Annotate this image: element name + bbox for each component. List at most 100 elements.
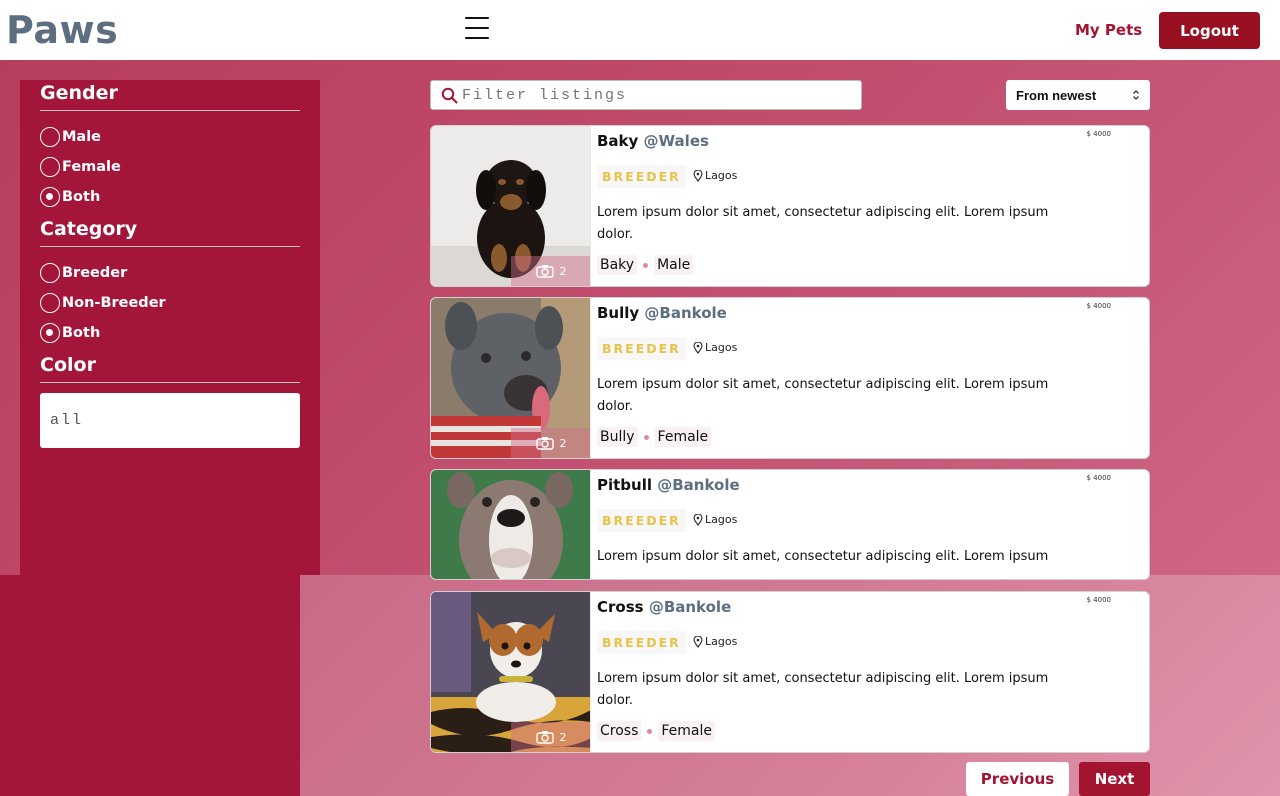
location-pin-icon: [693, 635, 703, 648]
category-option-label: Breeder: [62, 265, 128, 281]
listing-card[interactable]: 2 Bully @Bankole $ 4000 BREEDER Lagos Lo…: [430, 297, 1150, 459]
pet-name: Baky: [597, 132, 639, 150]
radio-checked-icon[interactable]: [40, 323, 60, 343]
pet-title[interactable]: Bully @Bankole: [597, 304, 727, 322]
camera-icon: [535, 265, 554, 278]
search-bar[interactable]: [430, 80, 862, 110]
listing-card[interactable]: Pitbull @Bankole $ 4000 BREEDER Lagos Lo…: [430, 469, 1150, 580]
gender-option-label: Male: [62, 129, 102, 145]
listing-details: Pitbull @Bankole $ 4000 BREEDER Lagos Lo…: [597, 470, 1149, 579]
listing-details: Baky @Wales $ 4000 BREEDER Lagos Lorem i…: [597, 126, 1149, 286]
price: $ 4000: [1086, 302, 1112, 310]
previous-page-button[interactable]: Previous: [966, 762, 1069, 796]
pet-description: Lorem ipsum dolor sit amet, consectetur …: [597, 671, 1049, 708]
gender-option-label: Both: [62, 189, 101, 205]
gender-option-both[interactable]: Both: [40, 182, 300, 212]
location-label: Lagos: [705, 635, 738, 648]
category-option-non-breeder[interactable]: Non-Breeder: [40, 288, 300, 318]
photo-count-value: 2: [559, 730, 567, 744]
tag-gender: Female: [654, 427, 712, 447]
pet-photo[interactable]: 2: [431, 126, 591, 286]
updown-chevron-icon: [1133, 90, 1139, 100]
owner-handle[interactable]: @Bankole: [657, 476, 739, 494]
gender-option-label: Female: [62, 159, 121, 175]
pet-photo[interactable]: [431, 470, 591, 579]
breeder-badge: BREEDER: [597, 631, 686, 654]
price: $ 4000: [1086, 596, 1112, 604]
category-option-both[interactable]: Both: [40, 318, 300, 348]
color-input[interactable]: [40, 393, 300, 448]
app-logo[interactable]: Paws: [6, 8, 118, 52]
radio-icon[interactable]: [40, 157, 60, 177]
pet-description: Lorem ipsum dolor sit amet, consectetur …: [597, 549, 1049, 564]
pet-description: Lorem ipsum dolor sit amet, consectetur …: [597, 377, 1049, 414]
color-filter: Color: [40, 352, 300, 448]
location-label: Lagos: [705, 513, 738, 526]
gender-filter: Gender Male Female Both: [40, 80, 300, 212]
photo-count-value: 2: [559, 264, 567, 278]
sort-select[interactable]: From newest: [1006, 80, 1150, 110]
owner-handle[interactable]: @Bankole: [649, 598, 731, 616]
listing-card[interactable]: 2 Cross @Bankole $ 4000 BREEDER Lagos Lo…: [430, 591, 1150, 753]
pet-tags: Bully Female: [597, 427, 712, 447]
logout-button[interactable]: Logout: [1159, 12, 1260, 49]
next-page-button[interactable]: Next: [1079, 762, 1150, 796]
pet-title[interactable]: Cross @Bankole: [597, 598, 731, 616]
location: Lagos: [693, 341, 737, 354]
pet-tags: Baky Male: [597, 255, 694, 275]
pet-title[interactable]: Pitbull @Bankole: [597, 476, 740, 494]
photo-count: 2: [511, 256, 590, 286]
tag-separator: [643, 434, 649, 440]
tag-gender: Female: [658, 721, 716, 741]
page-background-lower-left: [0, 575, 300, 796]
radio-icon[interactable]: [40, 293, 60, 313]
location-pin-icon: [693, 513, 703, 526]
tag-separator: [643, 262, 649, 268]
radio-icon[interactable]: [40, 263, 60, 283]
location: Lagos: [693, 169, 737, 182]
gender-option-female[interactable]: Female: [40, 152, 300, 182]
radio-icon[interactable]: [40, 127, 60, 147]
pet-tags: Cross Female: [597, 721, 716, 741]
photo-count-value: 2: [559, 436, 567, 450]
listing-details: Cross @Bankole $ 4000 BREEDER Lagos Lore…: [597, 592, 1149, 752]
breeder-badge: BREEDER: [597, 165, 686, 188]
top-bar: Paws My Pets Logout: [0, 0, 1280, 60]
listing-card[interactable]: 2 Baky @Wales $ 4000 BREEDER Lagos Lorem…: [430, 125, 1150, 287]
pet-description: Lorem ipsum dolor sit amet, consectetur …: [597, 205, 1049, 242]
tag-separator: [647, 728, 653, 734]
filter-sidebar: Gender Male Female Both Category Breeder: [20, 80, 320, 575]
menu-icon[interactable]: [465, 17, 489, 39]
location-pin-icon: [693, 341, 703, 354]
tag-name: Cross: [597, 721, 642, 741]
tag-name: Bully: [597, 427, 638, 447]
tag-name: Baky: [597, 255, 638, 275]
my-pets-link[interactable]: My Pets: [1075, 21, 1142, 39]
camera-icon: [535, 437, 554, 450]
photo-count: 2: [511, 428, 590, 458]
location-label: Lagos: [705, 169, 738, 182]
location-pin-icon: [693, 169, 703, 182]
listing-details: Bully @Bankole $ 4000 BREEDER Lagos Lore…: [597, 298, 1149, 458]
category-heading: Category: [40, 216, 300, 247]
location: Lagos: [693, 513, 737, 526]
pet-title[interactable]: Baky @Wales: [597, 132, 709, 150]
breeder-badge: BREEDER: [597, 337, 686, 360]
pet-name: Bully: [597, 304, 640, 322]
pet-photo[interactable]: 2: [431, 298, 591, 458]
radio-checked-icon[interactable]: [40, 187, 60, 207]
category-option-label: Both: [62, 325, 101, 341]
gender-option-male[interactable]: Male: [40, 122, 300, 152]
location-label: Lagos: [705, 341, 738, 354]
pet-name: Cross: [597, 598, 644, 616]
category-filter: Category Breeder Non-Breeder Both: [40, 216, 300, 348]
owner-handle[interactable]: @Wales: [644, 132, 709, 150]
search-icon: [441, 87, 458, 103]
category-option-breeder[interactable]: Breeder: [40, 258, 300, 288]
tag-gender: Male: [654, 255, 694, 275]
breeder-badge: BREEDER: [597, 509, 686, 532]
owner-handle[interactable]: @Bankole: [644, 304, 726, 322]
pet-photo[interactable]: 2: [431, 592, 591, 752]
search-input[interactable]: [462, 86, 861, 104]
pet-name: Pitbull: [597, 476, 653, 494]
